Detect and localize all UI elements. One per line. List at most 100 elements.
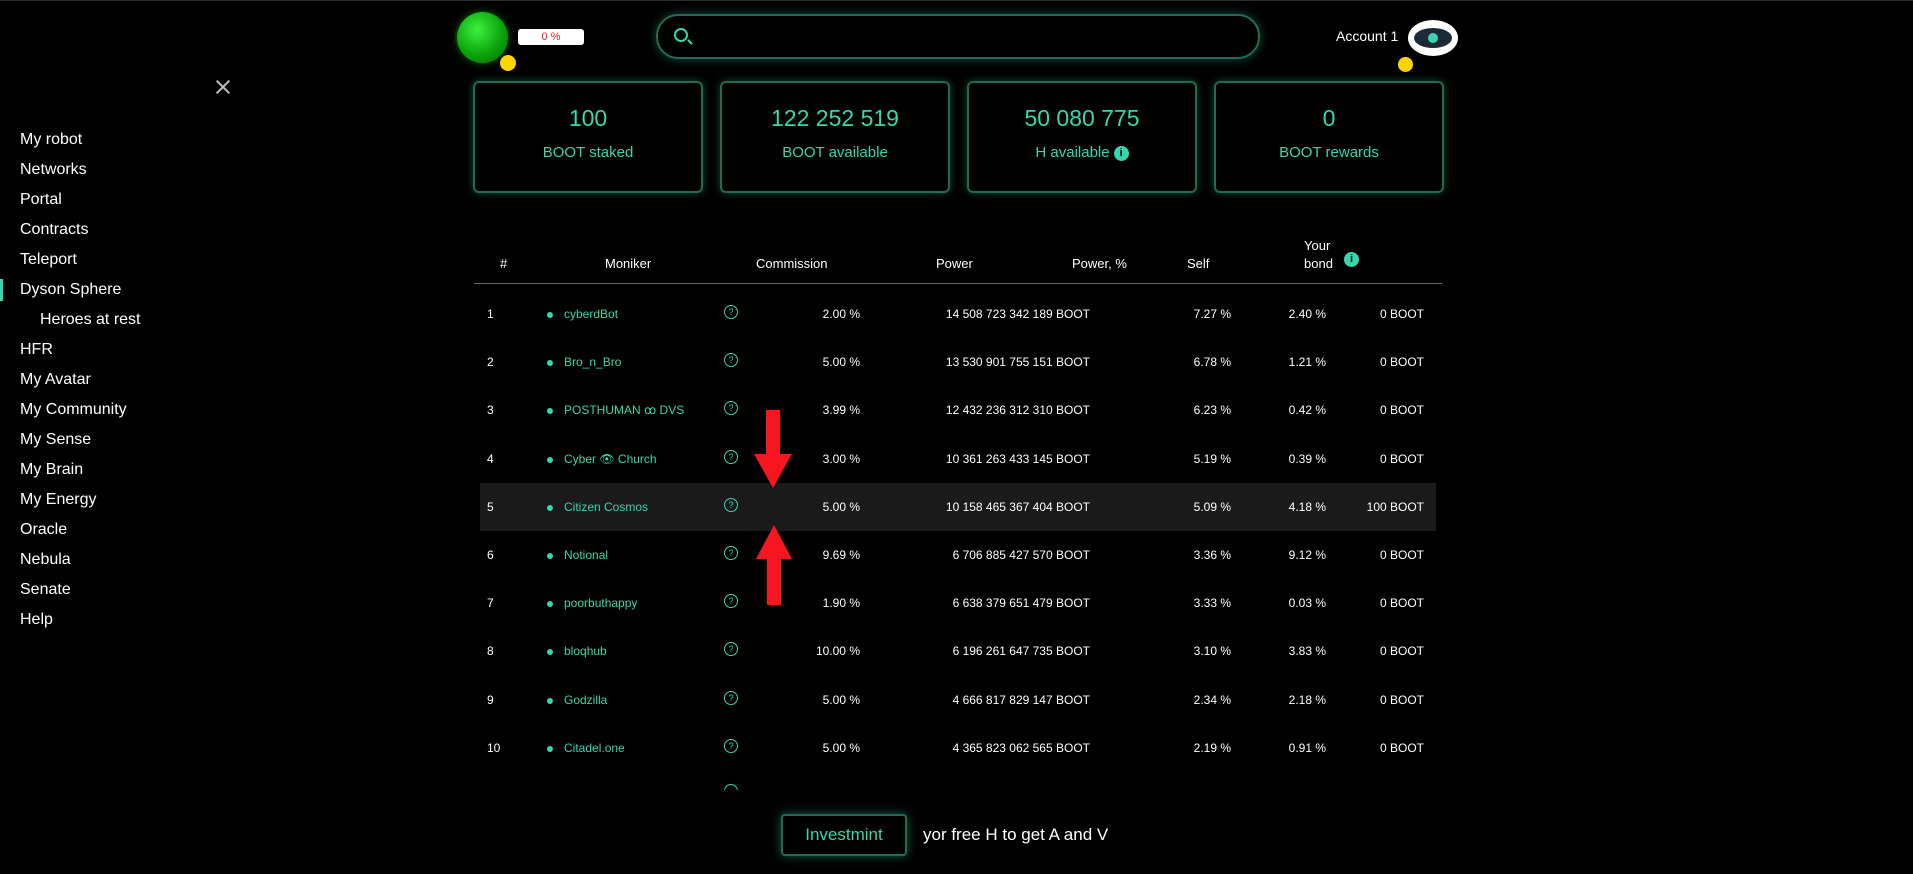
moniker-link[interactable]: Citizen Cosmos bbox=[564, 500, 648, 514]
table-row[interactable]: 7 poorbuthappy? 1.90 % 6 638 379 651 479 BO… bbox=[480, 579, 1436, 627]
sidebar-item-oracle[interactable]: Oracle bbox=[0, 515, 260, 545]
sidebar-item-senate[interactable]: Senate bbox=[0, 575, 260, 605]
power-pct-value: 6.23 % bbox=[1193, 403, 1231, 417]
table-row[interactable]: 4 Cyber 👁 Church? 3.00 % 10 361 263 433 145… bbox=[480, 435, 1436, 483]
sidebar-item-my-energy[interactable]: My Energy bbox=[0, 485, 260, 515]
table-row[interactable]: 10 Citadel.one? 5.00 % 4 365 823 062 565 BO… bbox=[480, 724, 1436, 772]
moniker-link[interactable]: Bro_n_Bro bbox=[564, 355, 621, 369]
commission-value: 5.00 % bbox=[822, 693, 860, 707]
stat-value: 50 080 775 bbox=[1024, 105, 1140, 131]
table-row[interactable]: 8 bloqhub? 10.00 % 6 196 261 647 735 BOOT 3.… bbox=[480, 627, 1436, 675]
bond-value: 0 BOOT bbox=[1379, 693, 1424, 707]
stat-label: BOOT staked bbox=[542, 144, 634, 161]
commission-value: 3.99 % bbox=[822, 403, 860, 417]
investmint-button[interactable]: Investmint bbox=[781, 814, 907, 856]
moniker-link[interactable]: poorbuthappy bbox=[564, 596, 637, 610]
power-pct-value: 5.09 % bbox=[1193, 500, 1231, 514]
sidebar-item-portal[interactable]: Portal bbox=[0, 185, 260, 215]
status-dot bbox=[547, 408, 553, 414]
help-icon[interactable]: ? bbox=[724, 450, 738, 464]
power-value: 10 361 263 433 145 BOOT bbox=[945, 452, 1090, 466]
table-row[interactable]: 6 Notional? 9.69 % 6 706 885 427 570 BOOT 3.… bbox=[480, 531, 1436, 579]
power-value: 6 196 261 647 735 BOOT bbox=[952, 644, 1090, 658]
self-value: 9.12 % bbox=[1288, 548, 1326, 562]
power-pct-value: 5.19 % bbox=[1193, 452, 1231, 466]
sidebar-item-my-sense[interactable]: My Sense bbox=[0, 425, 260, 455]
help-icon[interactable]: ? bbox=[724, 739, 738, 753]
table-row[interactable]: 5 Citizen Cosmos? 5.00 % 10 158 465 367 404… bbox=[480, 483, 1436, 531]
moniker-link[interactable]: cyberdBot bbox=[564, 307, 618, 321]
close-icon[interactable] bbox=[215, 79, 231, 95]
power-pct-value: 3.33 % bbox=[1193, 596, 1231, 610]
col-moniker[interactable]: Moniker bbox=[605, 256, 651, 271]
stat-card-boot-available: 122 252 519 BOOT available bbox=[720, 81, 950, 193]
help-icon[interactable]: ? bbox=[724, 642, 738, 656]
status-orb[interactable] bbox=[457, 12, 508, 63]
sidebar-item-dyson-sphere[interactable]: Dyson Sphere bbox=[0, 275, 260, 305]
self-value: 2.18 % bbox=[1288, 693, 1326, 707]
self-value: 0.91 % bbox=[1288, 741, 1326, 755]
progress-indicator: 0 % bbox=[518, 29, 584, 45]
table-row[interactable]: 2 Bro_n_Bro? 5.00 % 13 530 901 755 151 BOOT… bbox=[480, 338, 1436, 386]
status-dot bbox=[547, 457, 553, 463]
moniker-link[interactable]: bloqhub bbox=[564, 644, 607, 658]
investmint-hint: yor free H to get A and V bbox=[923, 825, 1109, 844]
sidebar-item-teleport[interactable]: Teleport bbox=[0, 245, 260, 275]
row-number: 8 bbox=[487, 644, 494, 658]
stat-label: BOOT available bbox=[782, 144, 888, 161]
commission-value: 5.00 % bbox=[822, 500, 860, 514]
info-icon[interactable]: i bbox=[1344, 252, 1359, 267]
col-self[interactable]: Self bbox=[1187, 256, 1209, 271]
help-icon[interactable]: ? bbox=[724, 691, 738, 705]
sidebar-menu: My robot Networks Portal Contracts Teleport D… bbox=[0, 125, 260, 635]
col-commission[interactable]: Commission bbox=[756, 256, 828, 271]
power-value: 6 706 885 427 570 BOOT bbox=[952, 548, 1090, 562]
commission-value: 5.00 % bbox=[822, 741, 860, 755]
help-icon[interactable]: ? bbox=[724, 594, 738, 608]
sidebar-item-nebula[interactable]: Nebula bbox=[0, 545, 260, 575]
row-number: 3 bbox=[487, 403, 494, 417]
row-number: 4 bbox=[487, 452, 494, 466]
moniker-link[interactable]: Godzilla bbox=[564, 693, 607, 707]
self-value: 4.18 % bbox=[1288, 500, 1326, 514]
sidebar-item-my-community[interactable]: My Community bbox=[0, 395, 260, 425]
search-bar[interactable] bbox=[656, 14, 1260, 59]
search-input[interactable] bbox=[702, 16, 1242, 57]
row-number: 1 bbox=[487, 307, 494, 321]
sidebar-item-hfr[interactable]: HFR bbox=[0, 335, 260, 365]
self-value: 0.42 % bbox=[1288, 403, 1326, 417]
bond-value: 0 BOOT bbox=[1379, 403, 1424, 417]
sidebar-item-networks[interactable]: Networks bbox=[0, 155, 260, 185]
table-row[interactable]: 1 cyberdBot? 2.00 % 14 508 723 342 189 BOOT… bbox=[480, 290, 1436, 338]
help-icon[interactable]: ? bbox=[724, 353, 738, 367]
row-number: 2 bbox=[487, 355, 494, 369]
sidebar-item-my-brain[interactable]: My Brain bbox=[0, 455, 260, 485]
table-row[interactable]: 3 POSTHUMAN ꝏ DVS? 3.99 % 12 432 236 312 31… bbox=[480, 386, 1436, 434]
table-header: # Moniker Commission Power Power, % Self… bbox=[474, 238, 1442, 284]
moniker-link[interactable]: Citadel.one bbox=[564, 741, 625, 755]
account-name[interactable]: Account 1 bbox=[1336, 28, 1398, 44]
help-icon[interactable]: ? bbox=[724, 401, 738, 415]
commission-value: 3.00 % bbox=[822, 452, 860, 466]
help-icon[interactable]: ? bbox=[724, 305, 738, 319]
sidebar-item-my-robot[interactable]: My robot bbox=[0, 125, 260, 155]
stat-card-boot-rewards: 0 BOOT rewards bbox=[1214, 81, 1444, 193]
sidebar-item-my-avatar[interactable]: My Avatar bbox=[0, 365, 260, 395]
moniker-link[interactable]: Notional bbox=[564, 548, 608, 562]
col-power[interactable]: Power bbox=[936, 256, 973, 271]
status-dot bbox=[547, 360, 553, 366]
moniker-link[interactable]: POSTHUMAN ꝏ DVS bbox=[564, 403, 684, 417]
help-icon[interactable]: ? bbox=[724, 546, 738, 560]
power-pct-value: 2.34 % bbox=[1193, 693, 1231, 707]
sidebar-item-heroes-at-rest[interactable]: Heroes at rest bbox=[0, 305, 260, 335]
table-row[interactable]: 9 Godzilla? 5.00 % 4 666 817 829 147 BOOT 2.… bbox=[480, 676, 1436, 724]
moniker-link[interactable]: Cyber 👁 Church bbox=[564, 452, 657, 466]
power-value: 4 365 823 062 565 BOOT bbox=[952, 741, 1090, 755]
help-icon[interactable] bbox=[724, 784, 738, 790]
sidebar-item-contracts[interactable]: Contracts bbox=[0, 215, 260, 245]
avatar[interactable] bbox=[1408, 20, 1458, 56]
col-power-pct[interactable]: Power, % bbox=[1072, 256, 1127, 271]
info-icon[interactable]: i bbox=[1113, 146, 1129, 161]
sidebar-item-help[interactable]: Help bbox=[0, 605, 260, 635]
help-icon[interactable]: ? bbox=[724, 498, 738, 512]
